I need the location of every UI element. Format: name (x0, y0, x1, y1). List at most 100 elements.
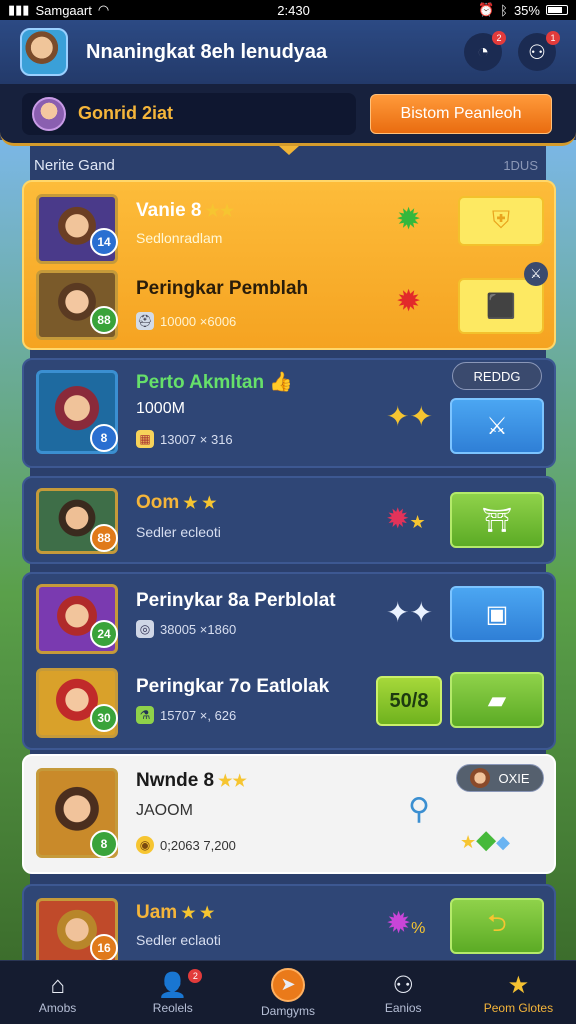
nav-item-eanios[interactable]: ⚇ Eanios (346, 961, 461, 1024)
gift-icon: ▦ (136, 430, 154, 448)
potion-icon: ⚗ (136, 706, 154, 724)
level-badge: 8 (90, 830, 118, 858)
level-badge: 88 (90, 306, 118, 334)
bluetooth-icon: ᛒ (500, 2, 508, 18)
list-item[interactable]: 24 Perinykar 8a Perblolat ◎ 38005 ×1860 … (24, 574, 554, 662)
home-icon: ⌂ (50, 971, 65, 999)
list-item[interactable]: 88 Peringkar Pemblah ⛑ 10000 ×6006 ✹ ⬛ ⚔ (24, 262, 554, 350)
item-meta: ⛑ 10000 ×6006 (136, 312, 237, 330)
nav-label: Eanios (384, 1000, 422, 1015)
list-card[interactable]: 88 Oom ★ ★ Sedler ecleoti ✹★ ⛩ (22, 476, 556, 564)
folder-icon: ▰ (487, 686, 507, 714)
nav-label: Reolels (152, 1000, 193, 1015)
arch-icon: ⛩ (481, 506, 513, 534)
nav-item-peom-glotes[interactable]: ★ Peom Glotes (461, 961, 576, 1024)
profile-avatar (32, 96, 66, 131)
list-item[interactable]: 14 Vanie 8 ★★ Sedlonradlam ✹ ⛨ (24, 182, 554, 266)
item-title: Uam ★ ★ (136, 902, 215, 923)
battery-percent: 35% (513, 2, 540, 18)
armor-icon: ⬛ (486, 292, 516, 320)
list-card[interactable]: 8 Nwnde 8 ★★ JAOOM ◉ 0;2063 7,200 ⚲ OXIE … (22, 754, 556, 874)
carrier-name: Samgaart (35, 2, 92, 18)
stars-icon: ★★ (205, 203, 235, 220)
stars-cluster-icon: ✦✦ (386, 401, 433, 432)
coin-icon: ◉ (136, 836, 154, 854)
nav-label: Peom Glotes (483, 1000, 554, 1015)
nav-item-reolels[interactable]: 👤 2 Reolels (115, 961, 230, 1024)
battle-button[interactable]: ⚔ (450, 398, 544, 454)
section-count: 1DUS (503, 157, 538, 173)
nav-label: Damgyms (261, 1003, 316, 1018)
friends-badge: 1 (546, 31, 560, 45)
swords-icon[interactable]: ⚔ (524, 262, 548, 286)
armor-button[interactable]: ⬛ (458, 278, 544, 334)
bottom-nav: ⌂ Amobs 👤 2 Reolels ➤ Damgyms ⚇ Eanios ★… (0, 960, 576, 1024)
claim-button[interactable]: ▰ (450, 672, 544, 728)
item-meta: ◎ 38005 ×1860 (136, 620, 236, 638)
list-card[interactable]: 24 Perinykar 8a Perblolat ◎ 38005 ×1860 … (22, 572, 556, 750)
owner-avatar (470, 768, 491, 788)
helmet-icon: ⛑ (136, 312, 154, 330)
section-title: Nerite Gand (34, 156, 115, 174)
list-item[interactable]: 30 Peringkar 7o Eatlolak ⚗ 15707 ×, 626 … (24, 662, 554, 750)
emerald-icon: ★◆◆ (460, 824, 510, 854)
red-gem-icon: ✹ (396, 285, 422, 318)
list-card[interactable]: 8 Perto Akmltan 👍 1000M ▦ 13007 × 316 ✦✦… (22, 358, 556, 468)
stars-icon: ★★ (218, 773, 247, 790)
shield-button[interactable]: ⛨ (458, 196, 544, 246)
nav-label: Amobs (38, 1000, 77, 1015)
nav-item-damgyms[interactable]: ➤ Damgyms (230, 961, 345, 1024)
item-subtitle: Sedler ecleoti (136, 524, 221, 540)
item-title: Perinykar 8a Perblolat (136, 590, 336, 611)
chest-button[interactable]: ▣ (450, 586, 544, 642)
level-badge: 88 (90, 524, 118, 552)
list-card[interactable]: 14 Vanie 8 ★★ Sedlonradlam ✹ ⛨ 88 Peringk… (22, 180, 556, 350)
item-title: Nwnde 8 ★★ (136, 770, 247, 791)
user-icon: 👤 (157, 972, 188, 999)
item-title: Peringkar 7o Eatlolak (136, 676, 330, 697)
owner-tag: OXIE (456, 764, 544, 792)
stars-icon: ★ ★ (183, 495, 217, 512)
page-title: Nnaningkat 8eh lenudyaa (86, 40, 328, 63)
upgrade-button[interactable]: ⛩ (450, 492, 544, 548)
arrow-icon: ⮌ (487, 909, 507, 937)
sword-icon: ⚔ (486, 412, 508, 440)
level-badge: 30 (90, 704, 118, 732)
star-icon: ★ (507, 972, 530, 999)
item-subtitle: Sedlonradlam (136, 230, 223, 246)
nav-badge: 2 (188, 969, 203, 983)
profile-strip: Gonrid 2iat Bistom Peanleoh (0, 84, 576, 146)
app-header: Nnaningkat 8eh lenudyaa ◔ 2 ⚇ 1 (0, 20, 576, 84)
return-button[interactable]: ⮌ (450, 898, 544, 954)
profile-pill[interactable]: Gonrid 2iat (22, 92, 356, 135)
item-title: Oom ★ ★ (136, 492, 217, 513)
potion-icon: ⚲ (408, 793, 430, 826)
chest-icon: ▣ (485, 600, 509, 628)
green-gem-icon: ✹ (396, 203, 422, 236)
friends-button[interactable]: ⚇ 1 (518, 31, 560, 71)
battery-icon (545, 5, 568, 15)
profile-name: Gonrid 2iat (78, 103, 174, 123)
app-avatar[interactable] (20, 28, 68, 76)
clock: 2:430 (277, 2, 310, 18)
item-title: Perto Akmltan 👍 (136, 372, 294, 393)
friends-icon: ⚇ (528, 41, 546, 64)
stars-icon: ★ ★ (181, 905, 215, 922)
section-heading: Nerite Gand 1DUS (34, 154, 538, 176)
item-title: Vanie 8 ★★ (136, 200, 235, 221)
level-badge: 24 (90, 620, 118, 648)
notifications-button[interactable]: ◔ 2 (464, 31, 506, 71)
coin-icon: ◎ (136, 620, 154, 638)
silver-stars-icon: ✦✦ (386, 597, 433, 628)
item-title: Peringkar Pemblah (136, 278, 309, 299)
item-subtitle: Sedler eclaoti (136, 932, 221, 948)
nav-item-home[interactable]: ⌂ Amobs (0, 961, 115, 1024)
item-value: 1000M (136, 400, 185, 417)
primary-action-button[interactable]: Bistom Peanleoh (370, 93, 552, 134)
alarm-icon: ⏰ (477, 2, 495, 17)
level-badge: 14 (90, 228, 118, 256)
score-button[interactable]: 50/8 (376, 676, 442, 726)
amethyst-icon: ✹% (386, 907, 426, 940)
item-meta: ▦ 13007 × 316 (136, 430, 233, 448)
wifi-icon: ◠ (97, 2, 110, 17)
